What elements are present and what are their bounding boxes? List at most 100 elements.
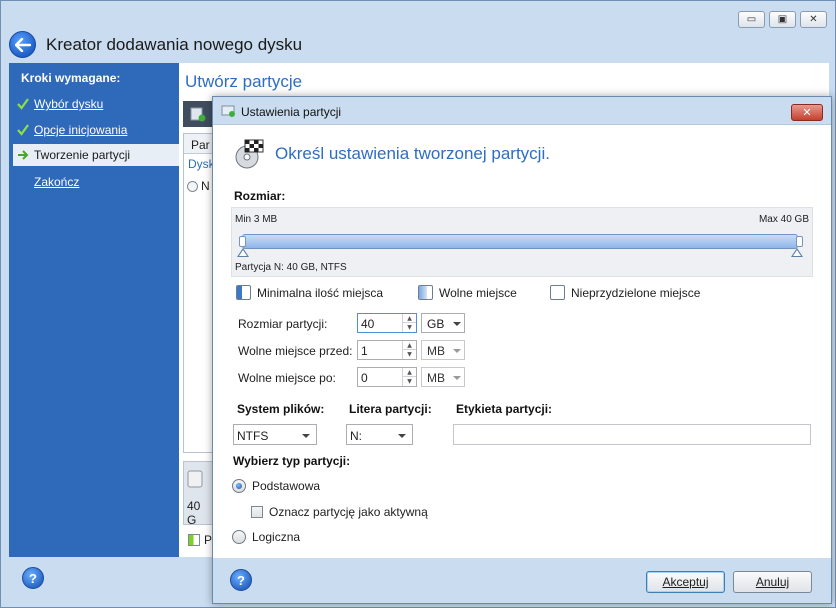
partition-size-unit-select[interactable]: GB [421, 313, 465, 333]
chevron-down-icon [453, 322, 461, 326]
file-system-label: System plików: [237, 402, 325, 416]
check-icon [17, 124, 34, 136]
drive-letter-value: N: [350, 429, 362, 443]
table-row[interactable]: N [184, 171, 212, 193]
disk-icon [187, 470, 203, 488]
accept-label: Akceptuj [662, 575, 709, 589]
help-button[interactable]: ? [22, 567, 44, 589]
close-icon: ✕ [802, 106, 812, 119]
dialog-close-button[interactable]: ✕ [791, 104, 823, 121]
partition-settings-dialog: Ustawienia partycji ✕ Określ ustawienia … [212, 96, 832, 604]
legend-swatch [188, 534, 200, 546]
dialog-help-button[interactable]: ? [230, 569, 252, 591]
window-title: Kreator dodawania nowego dysku [46, 35, 303, 54]
free-before-value: 1 [361, 344, 368, 358]
free-after-input[interactable]: 0 ▲ ▼ [357, 367, 417, 387]
primary-label: Podstawowa [252, 479, 321, 493]
step-finish[interactable]: Zakończ [13, 171, 179, 193]
partition-table: Par Dysk N [183, 133, 213, 453]
close-button[interactable]: ✕ [800, 11, 827, 28]
partition-size-value: 40 [361, 317, 375, 331]
step-disk-selection[interactable]: Wybór dysku [13, 93, 179, 115]
step-init-options[interactable]: Opcje inicjowania [13, 119, 179, 141]
size-min-label: Min 3 MB [235, 214, 278, 225]
step-label: Tworzenie partycji [34, 148, 131, 162]
mark-active-checkbox[interactable] [251, 506, 263, 518]
partition-icon [221, 105, 235, 117]
steps-heading: Kroki wymagane: [21, 71, 121, 85]
size-slider-track[interactable] [242, 234, 798, 249]
unit-value: MB [427, 344, 445, 358]
step-label: Wybór dysku [34, 97, 104, 111]
partition-type-label: Wybierz typ partycji: [233, 454, 351, 468]
row-radio[interactable] [187, 180, 198, 192]
free-before-stepper[interactable]: ▲ ▼ [402, 341, 416, 359]
back-button[interactable] [9, 31, 36, 58]
steps-sidebar: Kroki wymagane: Wybór dysku Opcje inicjo… [9, 63, 179, 557]
disk-legend: P [188, 533, 212, 547]
size-section-label: Rozmiar: [234, 189, 286, 203]
slider-right-handle[interactable] [796, 236, 803, 247]
step-label: Opcje inicjowania [34, 123, 128, 137]
legend-min-space: Minimalna ilość miejsca [236, 285, 383, 300]
logical-partition-option[interactable]: Logiczna [232, 530, 300, 544]
check-icon [17, 98, 34, 110]
close-icon: ✕ [809, 13, 818, 25]
unit-value: MB [427, 371, 445, 385]
mark-active-label: Oznacz partycję jako aktywną [269, 505, 428, 519]
file-system-select[interactable]: NTFS [233, 424, 317, 445]
cancel-label: Anuluj [755, 575, 790, 589]
legend-label: Minimalna ilość miejsca [257, 285, 384, 300]
step-create-partitions[interactable]: Tworzenie partycji [13, 144, 179, 166]
accept-button[interactable]: Akceptuj [646, 571, 725, 593]
minimize-icon: ▭ [746, 13, 757, 25]
toolbar [183, 101, 213, 127]
dialog-title: Ustawienia partycji [241, 105, 342, 119]
unit-value: GB [427, 317, 445, 331]
free-before-unit-select[interactable]: MB [421, 340, 465, 360]
primary-partition-option[interactable]: Podstawowa [232, 479, 320, 493]
primary-radio[interactable] [232, 479, 246, 493]
question-icon: ? [29, 570, 37, 586]
arrow-right-icon [17, 149, 34, 161]
add-partition-icon[interactable] [190, 106, 206, 122]
volume-label-input[interactable] [453, 424, 811, 445]
partition-size-stepper[interactable]: ▲ ▼ [402, 314, 416, 332]
free-after-unit-select[interactable]: MB [421, 367, 465, 387]
free-after-label: Wolne miejsce po: [238, 371, 336, 385]
window-controls: ▭ ▣ ✕ [738, 11, 827, 28]
cancel-button[interactable]: Anuluj [733, 571, 812, 593]
partition-caption: Partycja N: 40 GB, NTFS [235, 262, 347, 273]
slider-left-marker[interactable] [237, 248, 249, 257]
slider-left-handle[interactable] [239, 236, 246, 247]
chevron-down-icon [398, 434, 406, 438]
arrow-left-icon [14, 37, 31, 52]
partition-size-label: Rozmiar partycji: [238, 317, 328, 331]
drive-letter-label: Litera partycji: [349, 402, 432, 416]
legend-label: Nieprzydzielone miejsce [571, 285, 701, 300]
volume-label-label: Etykieta partycji: [456, 402, 553, 416]
minimize-button[interactable]: ▭ [738, 11, 765, 28]
row-label: N [201, 179, 210, 193]
free-before-input[interactable]: 1 ▲ ▼ [357, 340, 417, 360]
dialog-heading: Określ ustawienia tworzonej partycji. [275, 144, 550, 163]
step-label: Zakończ [34, 175, 80, 189]
size-slider-panel: Min 3 MB Max 40 GB Partycja N: 40 GB, NT… [231, 207, 813, 277]
table-header: Par [184, 134, 212, 154]
free-before-label: Wolne miejsce przed: [238, 344, 353, 358]
logical-radio[interactable] [232, 530, 246, 544]
mark-active-option[interactable]: Oznacz partycję jako aktywną [251, 505, 428, 519]
drive-letter-select[interactable]: N: [346, 424, 413, 445]
partition-size-input[interactable]: 40 ▲ ▼ [357, 313, 417, 333]
free-after-stepper[interactable]: ▲ ▼ [402, 368, 416, 386]
legend-free-swatch [418, 285, 433, 300]
chevron-down-icon [453, 376, 461, 380]
chevron-down-icon [453, 349, 461, 353]
maximize-icon: ▣ [777, 13, 788, 25]
slider-right-marker[interactable] [791, 248, 803, 257]
disk-map: 40 G [183, 461, 213, 527]
maximize-button[interactable]: ▣ [769, 11, 796, 28]
legend-label: P [204, 533, 213, 547]
legend-unallocated: Nieprzydzielone miejsce [550, 285, 700, 300]
legend-label: Wolne miejsce [439, 285, 517, 300]
